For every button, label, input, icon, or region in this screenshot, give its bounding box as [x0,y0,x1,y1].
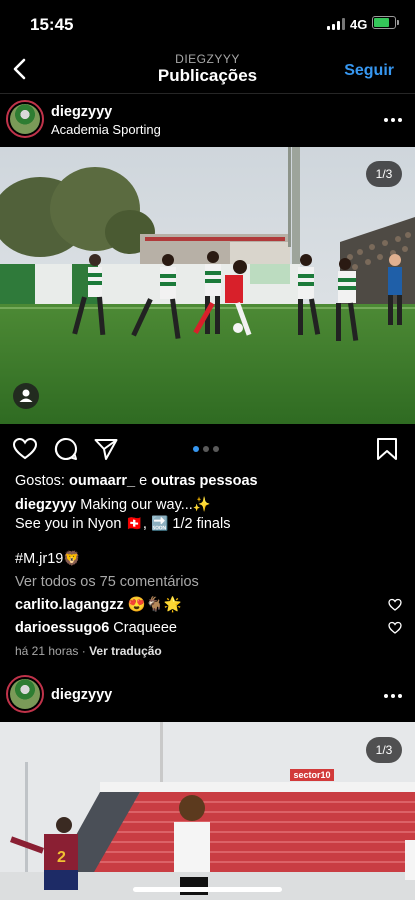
photo-counter: 1/3 [366,161,402,187]
comment-username[interactable]: carlito.lagangzz [15,597,124,613]
post-caption: diegzyyy Making our way...✨ See you in N… [15,496,405,533]
like-heart-icon[interactable] [12,436,38,462]
battery-icon [372,16,396,29]
caption-line-2a: See you in Nyon [15,516,126,532]
soon-arrow-emoji: 🔜 [150,515,169,531]
status-time: 15:45 [30,15,74,34]
share-send-icon[interactable] [93,436,119,462]
post-username[interactable]: diegzyyy [51,104,112,120]
top-navigation: DIEGZYYY Publicações Seguir [0,46,415,94]
network-type: 4G [350,17,368,32]
comment-like-heart-icon[interactable] [388,598,402,611]
hashtag-link[interactable]: #M.jr19 [15,551,63,567]
signal-icon [327,18,345,30]
comment-row: carlito.lagangzz 😍🐐🌟 [15,596,405,614]
swiss-flag-emoji: 🇨🇭 [125,515,143,531]
post-time: há 21 horas [15,644,79,658]
likes-middle: e [135,473,152,489]
more-options-icon[interactable] [384,693,402,699]
comment-username[interactable]: darioessugo6 [15,620,109,636]
comment-icon[interactable] [53,436,79,462]
view-all-comments-link[interactable]: Ver todos os 75 comentários [15,573,405,591]
avatar[interactable] [6,100,44,138]
caption-line-2b: , [142,516,151,532]
caption-line-2c: 1/2 finals [168,516,231,532]
comment-like-heart-icon[interactable] [388,621,402,634]
meta-separator: · [78,644,90,658]
caption-line-1: Making our way...✨ [76,497,211,513]
comment-text: 😍🐐🌟 [123,597,182,613]
home-indicator [133,887,282,892]
football-match-image [0,147,415,424]
post-header: diegzyyy Academia Sporting [0,94,415,146]
post-header: diegzyyy [0,670,415,722]
likes-prefix: Gostos: [15,473,69,489]
likes-user-link[interactable]: oumaarr_ [69,473,135,489]
tagged-people-icon[interactable] [13,383,39,409]
battery-tip [397,20,399,25]
lion-emoji: 🦁 [63,550,81,566]
stadium-sign-text: sector10 [293,770,330,780]
post-actions [0,432,415,466]
likes-line: Gostos: oumaarr_ e outras pessoas [15,472,405,490]
photo-counter: 1/3 [366,737,402,763]
hashtag-line: #M.jr19🦁 [15,549,405,568]
caption-username[interactable]: diegzyyy [15,497,76,513]
save-bookmark-icon[interactable] [374,436,400,462]
avatar[interactable] [6,675,44,713]
follow-button[interactable]: Seguir [344,62,394,80]
see-translation-link[interactable]: Ver tradução [89,644,162,658]
comment-row: darioessugo6 Craqueee [15,619,405,637]
football-match-image: sector10 2 [0,722,415,900]
carousel-dots [193,446,223,452]
status-bar: 15:45 4G [0,0,415,46]
post-meta: há 21 horas · Ver tradução [15,642,405,660]
post-location[interactable]: Academia Sporting [51,122,161,137]
likes-others-link[interactable]: outras pessoas [151,473,257,489]
post-username[interactable]: diegzyyy [51,687,112,703]
shirt-number: 2 [57,849,66,866]
comment-text: Craqueee [109,620,177,636]
more-options-icon[interactable] [384,117,402,123]
post-photo[interactable]: 1/3 [0,147,415,424]
post-photo[interactable]: sector10 2 1/3 [0,722,415,900]
